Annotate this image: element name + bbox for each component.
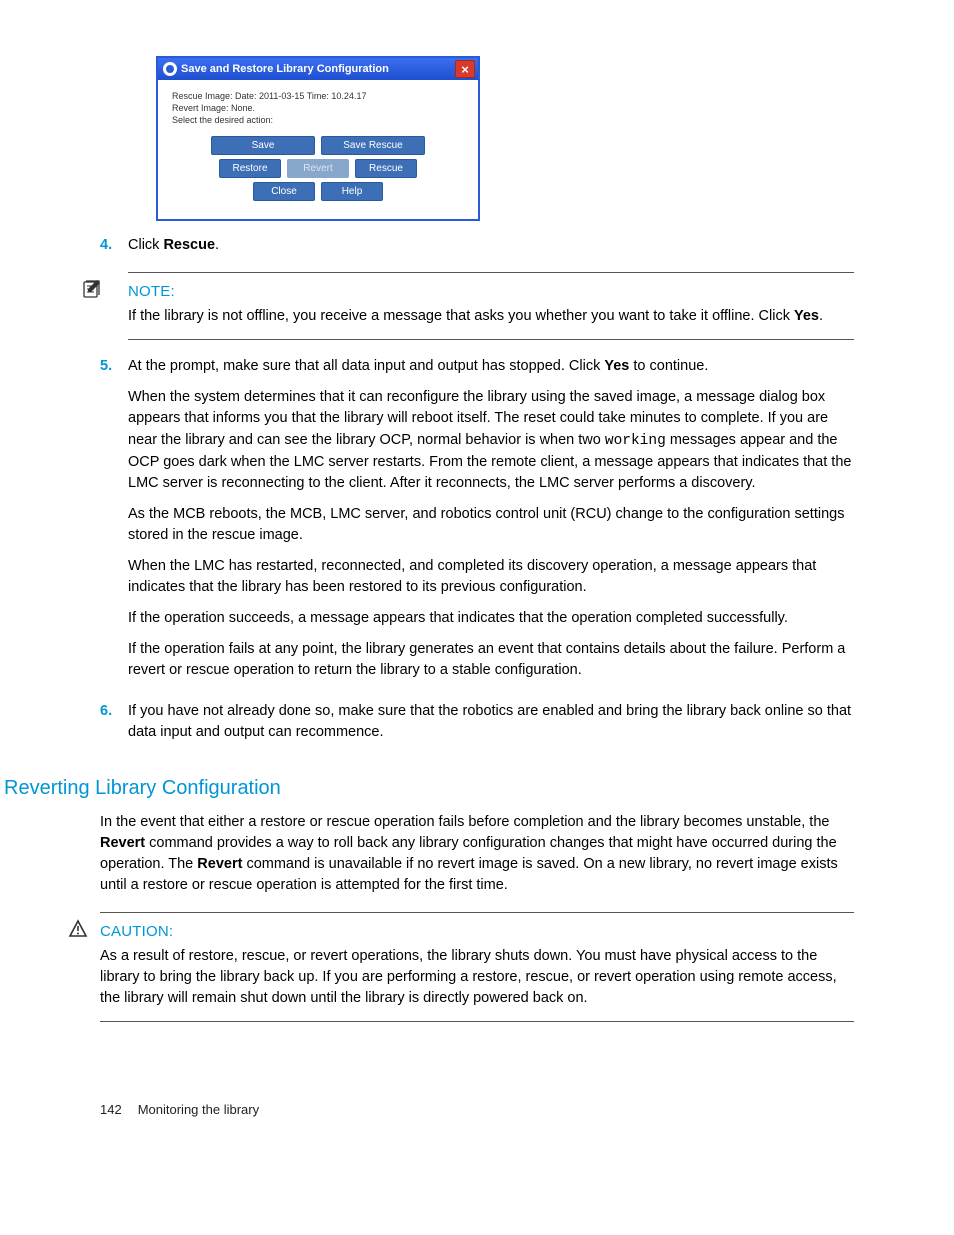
dialog-titlebar: Save and Restore Library Configuration × (158, 58, 478, 80)
step-4-text-c: . (215, 237, 219, 253)
caution-icon (68, 919, 88, 939)
revert-p-d: Revert (197, 856, 242, 872)
step-5-line1-a: At the prompt, make sure that all data i… (128, 358, 604, 374)
step-5-p5: If the operation succeeds, a message app… (128, 608, 854, 629)
caution-body: As a result of restore, rescue, or rever… (100, 946, 854, 1009)
note-body: If the library is not offline, you recei… (128, 306, 854, 327)
dialog-save-restore: Save and Restore Library Configuration ×… (156, 56, 480, 221)
rescue-image-line: Rescue Image: Date: 2011-03-15 Time: 10.… (172, 90, 464, 102)
note-body-a: If the library is not offline, you recei… (128, 308, 794, 324)
note-title: NOTE: (128, 283, 854, 300)
restore-button[interactable]: Restore (219, 159, 281, 178)
note-admonition: NOTE: If the library is not offline, you… (128, 272, 854, 340)
dialog-buttons-row-3: Close Help (172, 182, 464, 201)
dialog-buttons-row-2: Restore Revert Rescue (172, 159, 464, 178)
revert-image-line: Revert Image: None. (172, 102, 464, 114)
save-rescue-button[interactable]: Save Rescue (321, 136, 425, 155)
step-5-yes-bold: Yes (604, 358, 629, 374)
dialog-info-text: Rescue Image: Date: 2011-03-15 Time: 10.… (172, 90, 464, 126)
step-5-number: 5. (100, 356, 128, 690)
note-body-c: . (819, 308, 823, 324)
step-5-p6: If the operation fails at any point, the… (128, 639, 854, 681)
step-5: 5. At the prompt, make sure that all dat… (100, 356, 854, 690)
note-body-yes: Yes (794, 308, 819, 324)
step-5-p3: As the MCB reboots, the MCB, LMC server,… (128, 504, 854, 546)
hp-logo-icon (163, 62, 177, 76)
close-icon[interactable]: × (455, 60, 475, 78)
save-button[interactable]: Save (211, 136, 315, 155)
dialog-title: Save and Restore Library Configuration (181, 63, 389, 75)
revert-p-a: In the event that either a restore or re… (100, 814, 829, 830)
close-button[interactable]: Close (253, 182, 315, 201)
help-button[interactable]: Help (321, 182, 383, 201)
dialog-body: Rescue Image: Date: 2011-03-15 Time: 10.… (158, 80, 478, 219)
step-4: 4. Click Rescue. (100, 235, 854, 256)
step-5-p2-code: working (605, 433, 666, 449)
step-6-number: 6. (100, 701, 128, 753)
step-5-p4: When the LMC has restarted, reconnected,… (128, 556, 854, 598)
revert-p-b: Revert (100, 835, 145, 851)
page-number: 142 (100, 1102, 122, 1117)
reverting-paragraph: In the event that either a restore or re… (100, 812, 854, 896)
caution-title: CAUTION: (100, 923, 854, 940)
step-5-line1-c: to continue. (629, 358, 708, 374)
step-6: 6. If you have not already done so, make… (100, 701, 854, 753)
step-4-rescue-bold: Rescue (163, 237, 215, 253)
rescue-button[interactable]: Rescue (355, 159, 417, 178)
note-icon (82, 279, 102, 299)
step-6-text: If you have not already done so, make su… (128, 701, 854, 743)
select-action-line: Select the desired action: (172, 114, 464, 126)
step-4-text-a: Click (128, 237, 163, 253)
section-heading-reverting: Reverting Library Configuration (4, 777, 854, 800)
revert-button: Revert (287, 159, 349, 178)
footer-section: Monitoring the library (138, 1102, 259, 1117)
caution-admonition: CAUTION: As a result of restore, rescue,… (100, 912, 854, 1022)
step-4-number: 4. (100, 235, 128, 256)
page-footer: 142 Monitoring the library (100, 1102, 854, 1117)
dialog-buttons-row-1: Save Save Rescue (172, 136, 464, 155)
